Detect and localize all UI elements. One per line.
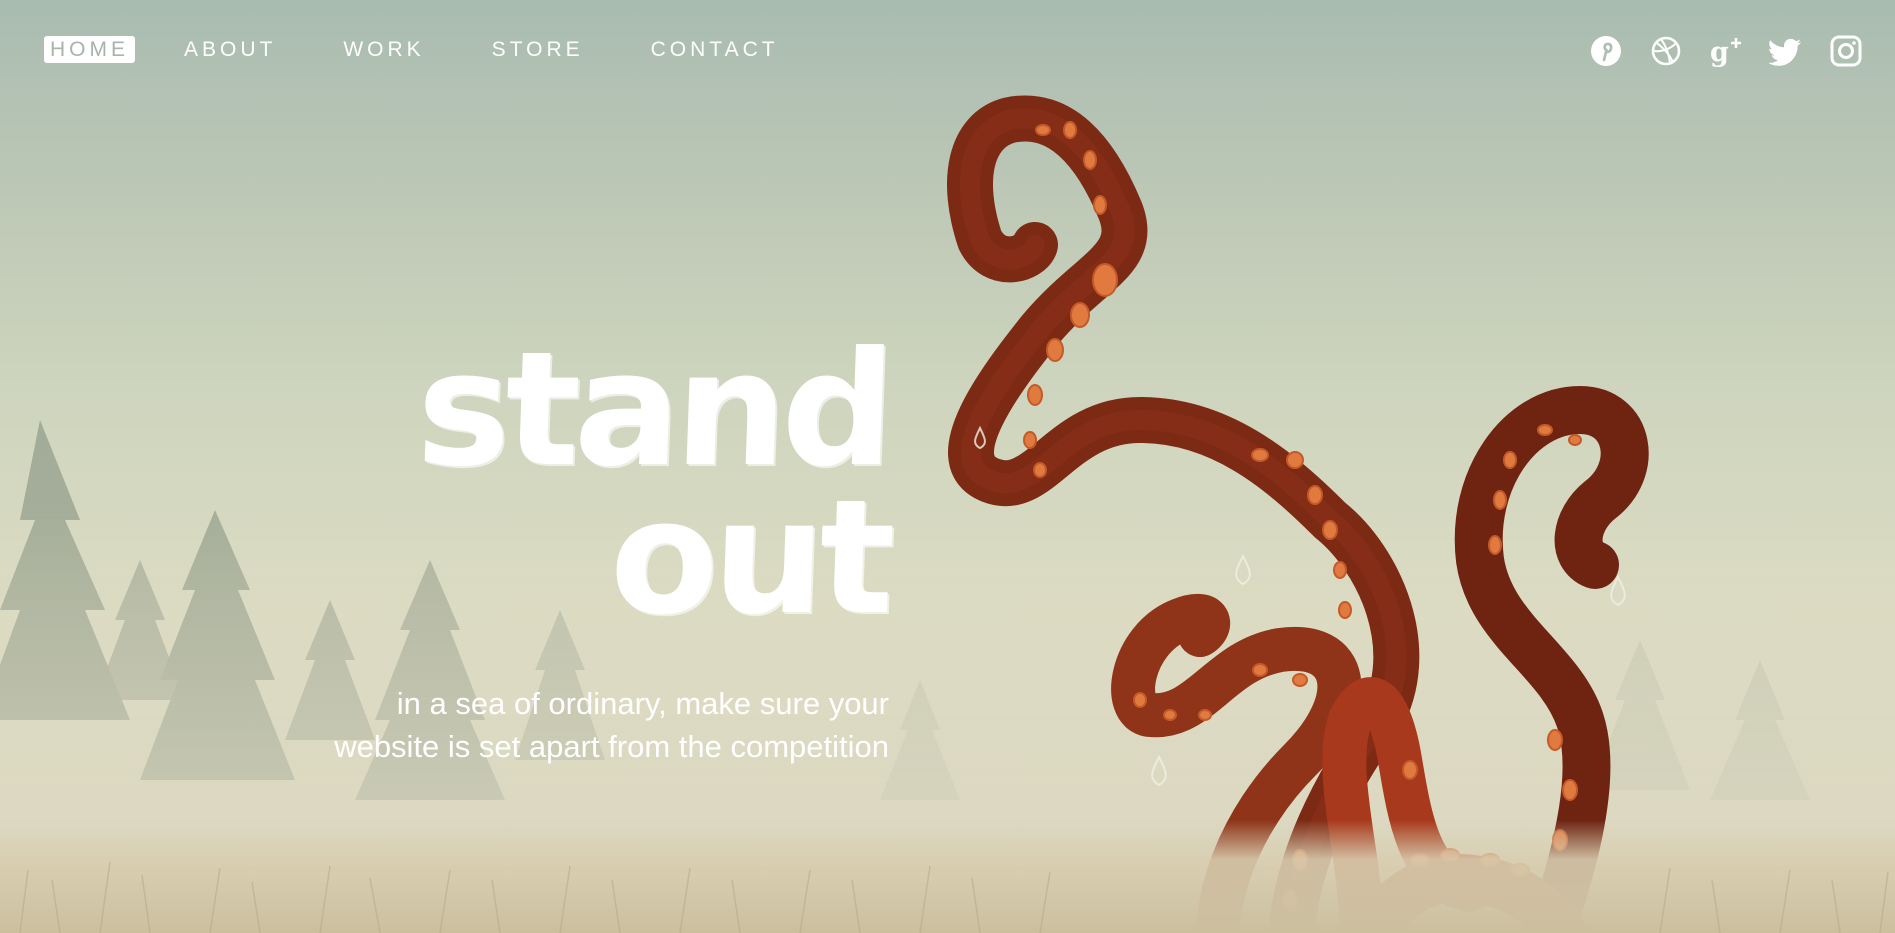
twitter-icon[interactable] [1769, 34, 1803, 68]
svg-text:g: g [1710, 37, 1729, 68]
hero-subtitle: in a sea of ordinary, make sure your web… [189, 682, 889, 768]
nav-store[interactable]: STORE [486, 36, 590, 63]
nav-about[interactable]: ABOUT [178, 36, 282, 63]
social-links: g [1563, 34, 1863, 68]
hero-title-line2: out [607, 466, 893, 650]
main-nav: HOME ABOUT WORK STORE CONTACT [44, 36, 840, 63]
dribbble-icon[interactable] [1649, 34, 1683, 68]
nav-work[interactable]: WORK [337, 36, 430, 63]
pinterest-icon[interactable] [1589, 34, 1623, 68]
nav-home[interactable]: HOME [44, 36, 135, 63]
google-plus-icon[interactable]: g [1709, 34, 1743, 68]
grass-field [0, 820, 1895, 933]
hero-illustration [0, 95, 1895, 933]
hero-title: stand out [414, 318, 893, 650]
hero-subtitle-line2: website is set apart from the competitio… [334, 729, 889, 764]
instagram-icon[interactable] [1829, 34, 1863, 68]
hero-subtitle-line1: in a sea of ordinary, make sure your [396, 686, 889, 721]
nav-contact[interactable]: CONTACT [645, 36, 785, 63]
